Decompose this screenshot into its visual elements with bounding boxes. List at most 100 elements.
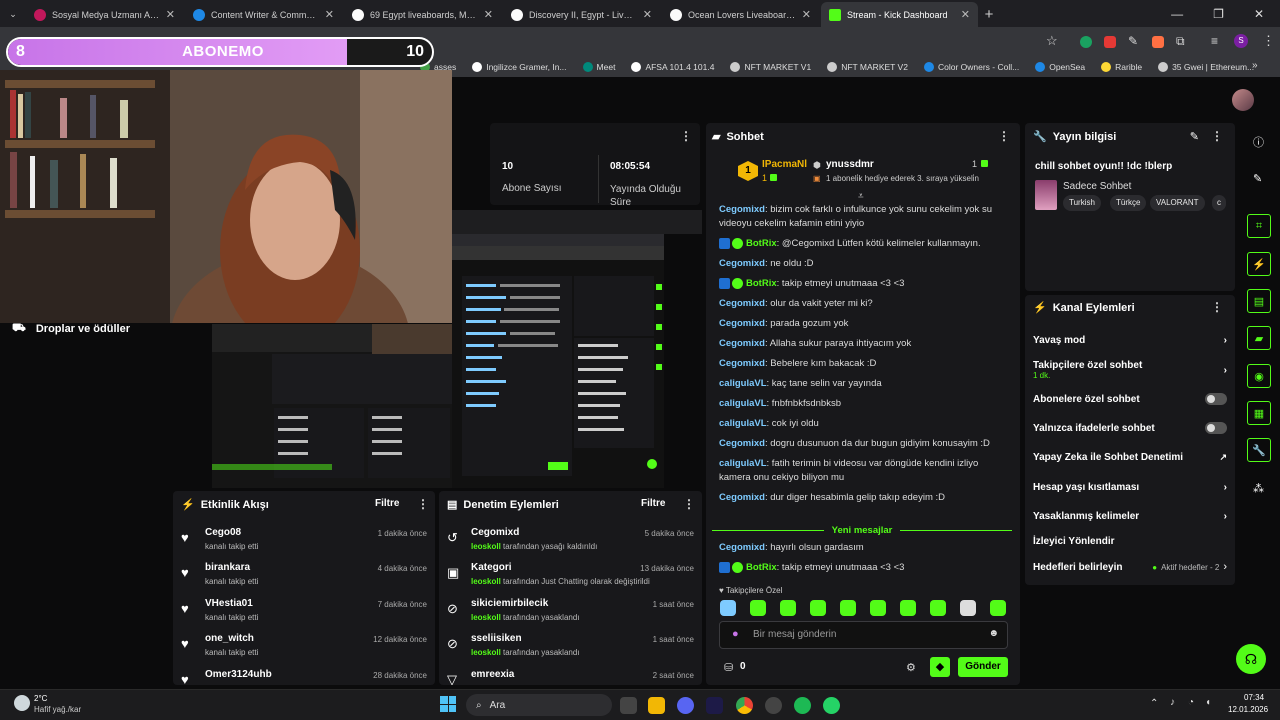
- menu-kebab-icon[interactable]: ⋮: [683, 497, 695, 511]
- close-icon[interactable]: ✕: [325, 8, 334, 21]
- emote-icon[interactable]: [900, 600, 916, 616]
- moderation-actor[interactable]: leoskoll: [471, 613, 501, 622]
- close-window-icon[interactable]: ✕: [1254, 7, 1264, 21]
- new-tab-button[interactable]: +: [980, 2, 998, 27]
- bookmark-item[interactable]: Meet: [582, 62, 615, 72]
- moderation-target[interactable]: Cegomixd: [471, 527, 519, 538]
- emote-icon[interactable]: [960, 600, 976, 616]
- emote-icon[interactable]: [780, 600, 796, 616]
- chat-username[interactable]: Cegomixd: [719, 542, 765, 553]
- browser-tab[interactable]: 69 Egypt liveaboards, May 2026 ✕: [344, 2, 501, 27]
- chat-username[interactable]: caligulaVL: [719, 418, 767, 429]
- windows-start-icon[interactable]: [440, 696, 456, 712]
- emote-icon[interactable]: [930, 600, 946, 616]
- leaderboard-second-user[interactable]: ynussdmr: [826, 159, 874, 170]
- file-explorer-icon[interactable]: [648, 697, 665, 714]
- tab-search-icon[interactable]: ≡: [1211, 34, 1218, 48]
- browser-tab[interactable]: Discovery II, Egypt - LiveAboa ✕: [503, 2, 660, 27]
- close-icon[interactable]: ✕: [643, 8, 652, 21]
- extension-icon[interactable]: [1080, 36, 1092, 48]
- bookmark-item[interactable]: 35 Gwei | Ethereum...: [1158, 62, 1254, 72]
- leaderboard-top-user[interactable]: IPacmaNl: [762, 159, 807, 170]
- chat-input[interactable]: ● Bir mesaj gönderin ☻: [719, 621, 1008, 649]
- notes-button[interactable]: ▤: [1247, 289, 1271, 313]
- browser-tab[interactable]: Content Writer & Community M ✕: [185, 2, 342, 27]
- bookmark-item[interactable]: AFSA 101.4 101.4: [631, 62, 714, 72]
- menu-kebab-icon[interactable]: ⋮: [1211, 300, 1223, 314]
- kick-emote-icon[interactable]: ◆: [930, 657, 950, 677]
- edit-pencil-icon[interactable]: ✎: [1253, 172, 1262, 185]
- chat-username[interactable]: Cegomixd: [719, 492, 765, 503]
- emoji-icon[interactable]: ☻: [988, 628, 999, 639]
- subscribers-only-toggle[interactable]: [1205, 393, 1227, 405]
- broadcast-button[interactable]: ◉: [1247, 364, 1271, 388]
- emote-icon[interactable]: [840, 600, 856, 616]
- edit-pencil-icon[interactable]: ✎: [1190, 130, 1199, 143]
- stream-tag[interactable]: Turkish: [1063, 195, 1101, 211]
- moderation-actor[interactable]: leoskoll: [471, 577, 501, 586]
- clip-button[interactable]: ⌗: [1247, 214, 1271, 238]
- emote-icon[interactable]: [750, 600, 766, 616]
- gear-icon[interactable]: ⚙: [906, 661, 916, 674]
- menu-kebab-icon[interactable]: ⋮: [998, 129, 1010, 143]
- maximize-icon[interactable]: ❐: [1213, 7, 1224, 21]
- drops-rewards-link[interactable]: ⛟ Droplar ve ödüller: [12, 322, 130, 336]
- stream-tag[interactable]: c: [1212, 195, 1226, 211]
- moderation-target[interactable]: sikiciemirbilecik: [471, 598, 548, 609]
- ai-moderation-row[interactable]: Yapay Zeka ile Sohbet Denetimi ↗: [1033, 443, 1227, 471]
- chat-username[interactable]: BotRix: [746, 238, 777, 249]
- tab-list-button[interactable]: ⌄: [4, 2, 22, 27]
- close-icon[interactable]: ✕: [166, 8, 175, 21]
- support-headset-icon[interactable]: ☊: [1236, 644, 1266, 674]
- activity-user[interactable]: VHestia01: [205, 598, 253, 609]
- stream-tag[interactable]: Türkçe: [1110, 195, 1147, 211]
- chat-username[interactable]: Cegomixd: [719, 298, 765, 309]
- extension-icon[interactable]: [1152, 36, 1164, 48]
- emotes-only-toggle[interactable]: [1205, 422, 1227, 434]
- bookmark-item[interactable]: Color Owners - Coll...: [923, 62, 1019, 72]
- taskbar-search[interactable]: ⌕ Ara: [466, 694, 612, 716]
- bookmark-item[interactable]: Rarible: [1101, 62, 1142, 72]
- chat-username[interactable]: caligulaVL: [719, 378, 767, 389]
- profile-avatar-icon[interactable]: S: [1234, 34, 1248, 48]
- menu-kebab-icon[interactable]: ⋮: [417, 497, 429, 511]
- weather-temp[interactable]: 2°C: [34, 694, 47, 703]
- wifi-icon[interactable]: ◔: [1188, 697, 1194, 708]
- activity-filter-button[interactable]: Filtre: [375, 498, 399, 509]
- send-button[interactable]: Gönder: [958, 657, 1008, 677]
- chat-username[interactable]: Cegomixd: [719, 258, 765, 269]
- layout-button[interactable]: ▦: [1247, 401, 1271, 425]
- browser-tab[interactable]: Sosyal Medya Uzmanı Aranıyor ✕: [26, 2, 183, 27]
- premiere-icon[interactable]: [706, 697, 723, 714]
- emote-icon[interactable]: [990, 600, 1006, 616]
- microphone-icon[interactable]: ♪: [1170, 697, 1175, 708]
- star-icon[interactable]: ☆: [1046, 33, 1058, 49]
- bookmark-item[interactable]: NFT MARKET V1: [730, 62, 811, 72]
- close-icon[interactable]: ✕: [802, 8, 811, 21]
- eyedropper-icon[interactable]: ✎: [1128, 34, 1138, 48]
- account-age-row[interactable]: Hesap yaşı kısıtlaması ›: [1033, 473, 1227, 501]
- clock-date[interactable]: 12.01.2026: [1228, 705, 1268, 714]
- tools-button[interactable]: 🔧: [1247, 438, 1271, 462]
- activity-user[interactable]: Omer3124uhb: [205, 669, 272, 680]
- weather-desc[interactable]: Hafif yağ./kar: [34, 705, 81, 714]
- user-avatar[interactable]: [1232, 89, 1254, 111]
- emote-icon[interactable]: [870, 600, 886, 616]
- emote-icon[interactable]: [810, 600, 826, 616]
- raid-row[interactable]: İzleyici Yönlendir: [1033, 527, 1227, 555]
- chat-username[interactable]: BotRix: [746, 562, 777, 573]
- chat-username[interactable]: Cegomixd: [719, 358, 765, 369]
- puzzle-icon[interactable]: ⧉: [1176, 34, 1185, 49]
- close-icon[interactable]: ✕: [484, 8, 493, 21]
- extension-icon[interactable]: [1104, 36, 1116, 48]
- browser-tab-active[interactable]: Stream - Kick Dashboard ✕: [821, 2, 978, 27]
- chat-username[interactable]: caligulaVL: [719, 398, 767, 409]
- chrome-icon[interactable]: [736, 697, 753, 714]
- chat-username[interactable]: Cegomixd: [719, 338, 765, 349]
- stream-category[interactable]: Sadece Sohbet: [1063, 181, 1131, 192]
- discord-icon[interactable]: [677, 697, 694, 714]
- volume-icon[interactable]: ◖: [1205, 697, 1211, 708]
- close-icon[interactable]: ✕: [961, 8, 970, 21]
- bookmark-item[interactable]: Ingilizce Gramer, In...: [472, 62, 567, 72]
- browser-tab[interactable]: Ocean Lovers Liveaboard, Egypt ✕: [662, 2, 819, 27]
